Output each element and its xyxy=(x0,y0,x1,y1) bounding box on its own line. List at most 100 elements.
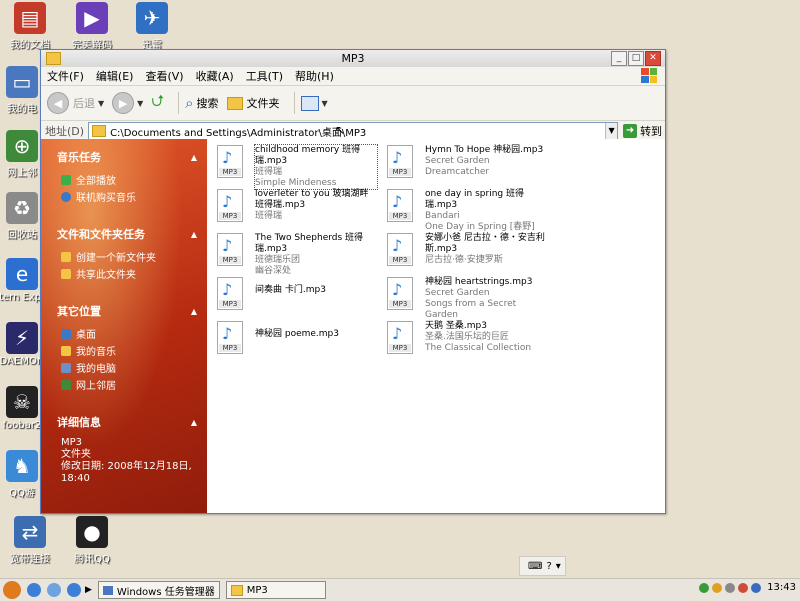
place-my-music[interactable]: 我的音乐 xyxy=(61,343,197,358)
task-pane: 音乐任务 ▲ 全部播放 联机购买音乐 文件和文件夹任务 ▲ 创建一个新文件夹 共… xyxy=(41,139,207,513)
file-name: 间奏曲 卡门.mp3 xyxy=(255,285,326,295)
desktop-icon-thunder[interactable]: ✈ 迅雷 xyxy=(116,2,188,51)
my-music-icon xyxy=(61,345,71,356)
foobar-icon: ☠ xyxy=(6,386,38,418)
chevron-down-icon: ▼ xyxy=(321,98,328,108)
file-name: loverleter to you 玻璃湖畔 班得瑞.mp3 xyxy=(255,189,369,210)
menu-help[interactable]: 帮助(H) xyxy=(289,68,340,84)
forward-button[interactable]: ▶ ▼ xyxy=(112,92,143,114)
menu-edit[interactable]: 编辑(E) xyxy=(90,68,140,84)
search-button[interactable]: ⌕ 搜索 xyxy=(185,94,218,112)
tray-icon[interactable] xyxy=(725,582,736,593)
task-label: 全部播放 xyxy=(76,176,116,187)
file-name: 神秘园 heartstrings.mp3 xyxy=(425,277,533,287)
views-button[interactable]: ▼ xyxy=(300,95,328,111)
maximize-button[interactable]: □ xyxy=(628,51,644,66)
taskbar-item-mp3[interactable]: MP3 xyxy=(225,581,326,599)
file-item[interactable]: ♪ MP3 loverleter to you 玻璃湖畔 班得瑞.mp3 班得瑞 xyxy=(217,189,377,222)
go-label: 转到 xyxy=(640,125,663,138)
chevron-down-icon: ▼ xyxy=(137,98,144,108)
task-label: 联机购买音乐 xyxy=(76,193,136,204)
menu-favorites[interactable]: 收藏(A) xyxy=(190,68,240,84)
start-button[interactable] xyxy=(3,581,21,599)
file-name: 神秘园 poeme.mp3 xyxy=(255,329,339,339)
taskbar-item-label: Windows 任务管理器 xyxy=(116,586,215,598)
place-network[interactable]: 网上邻居 xyxy=(61,377,197,392)
folders-button[interactable]: 文件夹 xyxy=(226,95,280,111)
chevron-right-icon[interactable]: ▶ xyxy=(85,585,92,595)
desktop-icon-qq[interactable]: ● 腾讯QQ xyxy=(56,516,128,565)
tray-icon[interactable] xyxy=(751,582,762,593)
toolbar-divider xyxy=(293,92,295,114)
broadband-icon: ⇄ xyxy=(14,516,46,548)
back-button[interactable]: ◀ 后退 ▼ xyxy=(47,92,104,114)
task-manager-icon xyxy=(102,585,113,595)
tray-icon[interactable] xyxy=(699,582,710,593)
ie-quicklaunch-icon[interactable] xyxy=(27,583,41,597)
file-item[interactable]: ♪ MP3 childhood memory 班得瑞.mp3 班得瑞 Simple M… xyxy=(217,144,378,190)
tray-icon[interactable] xyxy=(738,582,749,593)
up-folder-button[interactable]: ⮍ xyxy=(151,90,164,117)
panel-header[interactable]: 音乐任务 ▲ xyxy=(57,149,197,165)
panel-header[interactable]: 详细信息 ▲ xyxy=(57,414,197,430)
file-item[interactable]: ♪ MP3 安娜小爸 尼古拉・德・安吉利斯.mp3 尼古拉·德·安捷罗斯 xyxy=(387,233,547,266)
my-documents-icon: ▤ xyxy=(14,2,46,34)
menu-view[interactable]: 查看(V) xyxy=(139,68,189,84)
media-quicklaunch-icon[interactable] xyxy=(67,583,81,597)
file-item[interactable]: ♪ MP3 神秘园 heartstrings.mp3 Secret Garden So… xyxy=(387,277,547,321)
file-name: 安娜小爸 尼古拉・德・安吉利斯.mp3 xyxy=(425,233,545,254)
menu-file[interactable]: 文件(F) xyxy=(41,68,90,84)
search-label: 搜索 xyxy=(196,97,219,110)
keyboard-icon: ⌨ xyxy=(528,560,543,572)
desktop-icon xyxy=(61,328,71,339)
taskbar-item-task-manager[interactable]: Windows 任务管理器 xyxy=(97,581,220,599)
file-item[interactable]: ♪ MP3 间奏曲 卡门.mp3 xyxy=(217,277,377,310)
windows-logo-icon xyxy=(641,68,657,83)
file-album: One Day in Spring [春野] xyxy=(425,222,535,232)
file-item[interactable]: ♪ MP3 The Two Shepherds 班得瑞.mp3 班德瑞乐团 幽谷深处 xyxy=(217,233,377,277)
language-bar[interactable]: ⌨ ? ▾ xyxy=(519,556,566,576)
tray-icon[interactable] xyxy=(712,582,723,593)
go-button[interactable]: ➜ 转到 xyxy=(623,123,662,139)
file-artist: 班得瑞 xyxy=(255,167,283,177)
address-input[interactable]: C:\Documents and Settings\Administrator\… xyxy=(88,122,619,140)
minimize-button[interactable]: _ xyxy=(611,51,627,66)
file-item[interactable]: ♪ MP3 天鹅 圣桑.mp3 圣桑.法国乐坛的巨匠 The Classical Co… xyxy=(387,321,547,354)
collapse-icon[interactable]: ▲ xyxy=(191,418,197,427)
file-artist: 尼古拉·德·安捷罗斯 xyxy=(425,255,503,265)
forward-arrow-icon: ▶ xyxy=(112,92,135,114)
window-title: MP3 xyxy=(341,52,365,65)
title-bar[interactable]: MP3 _ □ ✕ xyxy=(41,50,665,67)
task-share-folder[interactable]: 共享此文件夹 xyxy=(61,266,197,281)
globe-icon xyxy=(61,191,71,202)
task-label: 创建一个新文件夹 xyxy=(76,253,156,264)
collapse-icon[interactable]: ▲ xyxy=(191,230,197,239)
address-dropdown[interactable]: ▼ xyxy=(605,123,618,139)
place-my-computer[interactable]: 我的电脑 xyxy=(61,360,197,375)
file-name: one day in spring 班得瑞.mp3 xyxy=(425,189,524,210)
task-buy-music[interactable]: 联机购买音乐 xyxy=(61,189,197,204)
file-item[interactable]: ♪ MP3 one day in spring 班得瑞.mp3 Bandari One… xyxy=(387,189,547,233)
mp3-file-icon: ♪ MP3 xyxy=(217,321,243,354)
task-play-all[interactable]: 全部播放 xyxy=(61,172,197,187)
panel-header[interactable]: 文件和文件夹任务 ▲ xyxy=(57,226,197,242)
show-desktop-icon[interactable] xyxy=(47,583,61,597)
chevron-down-icon: ▾ xyxy=(555,560,561,572)
mp3-file-icon: ♪ MP3 xyxy=(217,145,243,178)
file-list: ♪ MP3 childhood memory 班得瑞.mp3 班得瑞 Simple M… xyxy=(207,123,665,513)
panel-header[interactable]: 其它位置 ▲ xyxy=(57,303,197,319)
panel-title: 详细信息 xyxy=(57,416,101,429)
my-computer-icon: ▭ xyxy=(6,66,38,98)
menu-tools[interactable]: 工具(T) xyxy=(240,68,289,84)
file-item[interactable]: ♪ MP3 Hymn To Hope 神秘园.mp3 Secret Garden Dr… xyxy=(387,145,547,178)
file-item[interactable]: ♪ MP3 神秘园 poeme.mp3 xyxy=(217,321,377,354)
place-desktop[interactable]: 桌面 xyxy=(61,326,197,341)
file-artist: 班得瑞 xyxy=(255,211,283,221)
collapse-icon[interactable]: ▲ xyxy=(191,153,197,162)
close-button[interactable]: ✕ xyxy=(645,51,661,66)
file-name: The Two Shepherds 班得瑞.mp3 xyxy=(255,233,364,254)
details-time: 18:40 xyxy=(61,473,90,484)
task-new-folder[interactable]: 创建一个新文件夹 xyxy=(61,249,197,264)
place-label: 我的电脑 xyxy=(76,364,116,375)
collapse-icon[interactable]: ▲ xyxy=(191,307,197,316)
